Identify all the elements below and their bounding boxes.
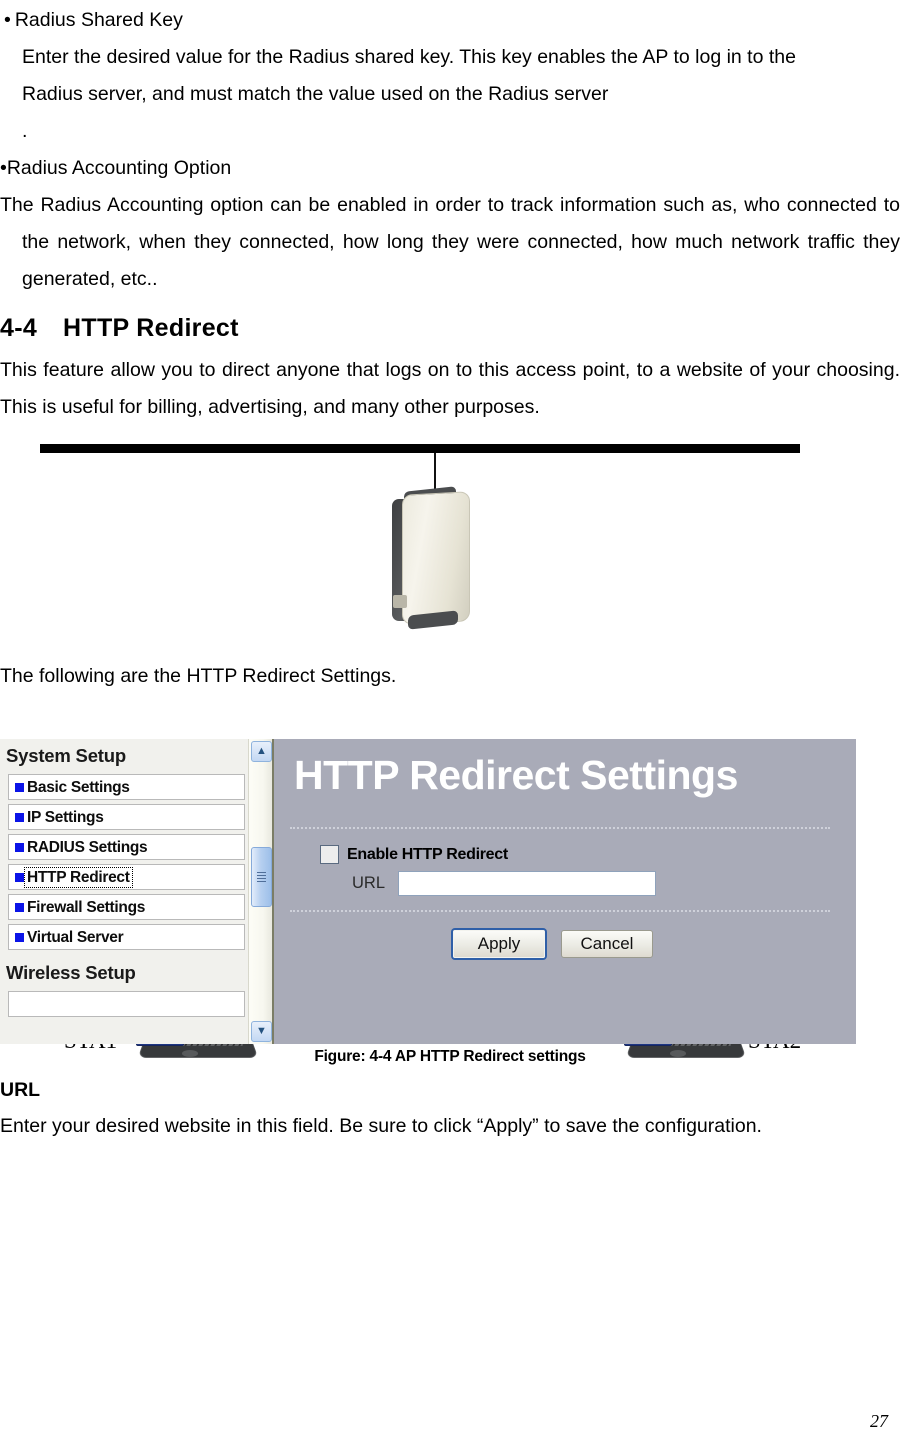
sidebar-scrollbar[interactable]: ▲ ▼ bbox=[248, 739, 273, 1044]
sidebar-item-label: Virtual Server bbox=[27, 928, 124, 946]
sidebar-item-label: IP Settings bbox=[27, 808, 104, 826]
apply-button[interactable]: Apply bbox=[453, 930, 545, 958]
sidebar-item-label: RADIUS Settings bbox=[27, 838, 148, 856]
url-label: URL bbox=[352, 874, 386, 892]
section-radius-accounting-option: •Radius Accounting Option The Radius Acc… bbox=[0, 150, 900, 298]
screenshot-main-panel: HTTP Redirect Settings Enable HTTP Redir… bbox=[272, 739, 856, 1044]
sidebar-nav-column: System Setup Basic Settings IP Settings … bbox=[0, 739, 248, 1044]
square-bullet-icon bbox=[15, 932, 24, 942]
square-bullet-icon bbox=[15, 812, 24, 822]
screenshot-sidebar: System Setup Basic Settings IP Settings … bbox=[0, 739, 273, 1044]
backbone-line bbox=[40, 444, 800, 453]
following-settings-line: The following are the HTTP Redirect Sett… bbox=[0, 665, 397, 687]
document-page: • Radius Shared Key Enter the desired val… bbox=[0, 0, 900, 1446]
enable-http-redirect-label: Enable HTTP Redirect bbox=[347, 845, 508, 863]
sidebar-item-http-redirect[interactable]: HTTP Redirect bbox=[8, 864, 245, 890]
section-number: 4-4 bbox=[0, 314, 38, 342]
panel-button-row: Apply Cancel bbox=[274, 912, 856, 958]
sidebar-group-title-wireless-setup: Wireless Setup bbox=[6, 962, 136, 983]
scroll-down-arrow-icon[interactable]: ▼ bbox=[251, 1021, 272, 1042]
bullet-heading-radius-accounting: •Radius Accounting Option bbox=[0, 150, 900, 187]
enable-http-redirect-checkbox[interactable] bbox=[320, 845, 339, 864]
scrollbar-grip-icon bbox=[257, 871, 266, 883]
panel-title: HTTP Redirect Settings bbox=[294, 752, 738, 798]
radius-shared-key-line-2: Radius server, and must match the value … bbox=[22, 83, 609, 105]
url-field-row: URL bbox=[274, 864, 856, 896]
bullet-dot-icon: • bbox=[4, 9, 11, 31]
access-point-icon bbox=[392, 486, 470, 630]
section-heading-http-redirect: 4-4 HTTP Redirect bbox=[0, 308, 900, 348]
scrollbar-thumb[interactable] bbox=[251, 847, 272, 907]
bullet-dot-icon: • bbox=[0, 157, 7, 179]
square-bullet-icon bbox=[15, 872, 24, 882]
laptop-trackpad bbox=[182, 1050, 198, 1057]
scroll-up-arrow-icon[interactable]: ▲ bbox=[251, 741, 272, 762]
radius-shared-key-line-1: Enter the desired value for the Radius s… bbox=[22, 46, 796, 68]
sidebar-item-label: Basic Settings bbox=[27, 778, 130, 796]
embedded-ui-screenshot: System Setup Basic Settings IP Settings … bbox=[0, 739, 856, 1044]
url-subheading: URL bbox=[0, 1079, 41, 1101]
ap-led-indicator bbox=[393, 595, 407, 608]
ap-front-panel bbox=[402, 491, 470, 625]
network-topology-diagram: STA1 bbox=[0, 426, 900, 1058]
laptop-trackpad bbox=[670, 1050, 686, 1057]
page-number: 27 bbox=[870, 1411, 888, 1431]
radius-accounting-body: The Radius Accounting option can be enab… bbox=[0, 194, 900, 290]
sidebar-item-virtual-server[interactable]: Virtual Server bbox=[8, 924, 245, 950]
radius-shared-key-line-3: . bbox=[22, 120, 28, 142]
sidebar-item-radius-settings[interactable]: RADIUS Settings bbox=[8, 834, 245, 860]
bullet-heading-label: Radius Shared Key bbox=[14, 9, 183, 31]
bullet-heading-label: Radius Accounting Option bbox=[6, 157, 232, 179]
cancel-button[interactable]: Cancel bbox=[561, 930, 653, 958]
sidebar-item-label: HTTP Redirect bbox=[24, 866, 133, 888]
sidebar-item-basic-settings[interactable]: Basic Settings bbox=[8, 774, 245, 800]
section-radius-shared-key: • Radius Shared Key Enter the desired val… bbox=[0, 0, 900, 150]
section-title: HTTP Redirect bbox=[63, 314, 239, 342]
bullet-heading-radius-shared-key: • Radius Shared Key bbox=[0, 2, 900, 39]
http-redirect-intro: This feature allow you to direct anyone … bbox=[0, 359, 900, 418]
square-bullet-icon bbox=[15, 782, 24, 792]
sidebar-item-ip-settings[interactable]: IP Settings bbox=[8, 804, 245, 830]
sidebar-item-firewall-settings[interactable]: Firewall Settings bbox=[8, 894, 245, 920]
url-description: Enter your desired website in this field… bbox=[0, 1115, 762, 1137]
url-input[interactable] bbox=[398, 871, 657, 896]
enable-http-redirect-row[interactable]: Enable HTTP Redirect bbox=[274, 829, 856, 864]
sidebar-item-label: Firewall Settings bbox=[27, 898, 146, 916]
sidebar-item-partial[interactable] bbox=[8, 991, 245, 1017]
square-bullet-icon bbox=[15, 902, 24, 912]
sidebar-group-title-system-setup: System Setup bbox=[6, 745, 126, 766]
square-bullet-icon bbox=[15, 842, 24, 852]
